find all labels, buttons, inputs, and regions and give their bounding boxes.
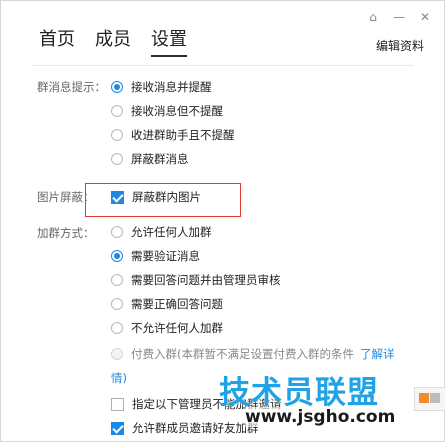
radio-selected-icon[interactable]	[111, 250, 123, 262]
checkbox-checked-icon[interactable]	[111, 421, 124, 435]
join-option-nobody[interactable]: 不允许任何人加群	[111, 319, 223, 337]
watermark-url: www.jsgho.com	[245, 407, 396, 427]
option-label: 允许任何人加群	[131, 225, 212, 239]
tab-home[interactable]: 首页	[39, 25, 75, 57]
highlight-annotation	[85, 183, 241, 217]
notify-option-assistant[interactable]: 收进群助手且不提醒	[111, 126, 235, 144]
radio-icon[interactable]	[111, 105, 123, 117]
radio-icon[interactable]	[111, 226, 123, 238]
option-label: 需要验证消息	[131, 249, 200, 263]
join-option-correct-answer[interactable]: 需要正确回答问题	[111, 295, 223, 313]
radio-icon[interactable]	[111, 298, 123, 310]
group-notify-label: 群消息提示：	[37, 80, 106, 94]
option-label: 接收消息但不提醒	[131, 104, 223, 118]
settings-window: ⌂ — ✕ 首页 成员 设置 编辑资料 群消息提示： 接收消息并提醒 接收消息但…	[0, 0, 445, 442]
option-label: 不允许任何人加群	[131, 321, 223, 335]
notify-option-receive-silent[interactable]: 接收消息但不提醒	[111, 102, 223, 120]
join-option-verify[interactable]: 需要验证消息	[111, 247, 200, 265]
join-option-question-review[interactable]: 需要回答问题并由管理员审核	[111, 271, 281, 289]
join-option-anyone[interactable]: 允许任何人加群	[111, 223, 212, 241]
close-icon[interactable]: ✕	[416, 9, 434, 25]
checkbox-icon[interactable]	[111, 397, 124, 411]
notify-option-receive-alert[interactable]: 接收消息并提醒	[111, 78, 212, 96]
pin-icon[interactable]: ⌂	[364, 9, 382, 25]
header-divider	[31, 65, 414, 66]
join-method-label: 加群方式：	[37, 226, 95, 240]
watermark-badge-icon	[414, 387, 445, 411]
window-controls: ⌂ — ✕	[364, 9, 434, 25]
option-label: 接收消息并提醒	[131, 80, 212, 94]
learn-more-link-tail[interactable]: 情)	[111, 370, 127, 386]
tab-settings[interactable]: 设置	[151, 25, 187, 57]
join-option-paid: 付费入群(本群暂不满足设置付费入群的条件 了解详	[111, 345, 394, 363]
radio-icon[interactable]	[111, 153, 123, 165]
option-label: 收进群助手且不提醒	[131, 128, 235, 142]
radio-icon[interactable]	[111, 322, 123, 334]
option-label: 屏蔽群消息	[131, 152, 189, 166]
radio-icon[interactable]	[111, 274, 123, 286]
radio-selected-icon[interactable]	[111, 81, 123, 93]
radio-disabled-icon	[111, 348, 123, 360]
learn-more-link[interactable]: 了解详	[360, 346, 395, 362]
option-label: 需要正确回答问题	[131, 297, 223, 311]
tab-bar: 首页 成员 设置	[39, 25, 187, 57]
edit-profile-link[interactable]: 编辑资料	[376, 37, 424, 54]
paid-option-label: 付费入群(本群暂不满足设置付费入群的条件	[131, 347, 354, 361]
tab-members[interactable]: 成员	[95, 25, 131, 57]
option-label: 需要回答问题并由管理员审核	[131, 273, 281, 287]
watermark-logo: 技术员联盟 www.jsgho.com	[219, 367, 445, 443]
minimize-icon[interactable]: —	[390, 9, 408, 25]
learn-more-link-cont[interactable]: 情)	[111, 369, 127, 387]
notify-option-block[interactable]: 屏蔽群消息	[111, 150, 189, 168]
watermark-title: 技术员联盟	[219, 375, 379, 411]
radio-icon[interactable]	[111, 129, 123, 141]
